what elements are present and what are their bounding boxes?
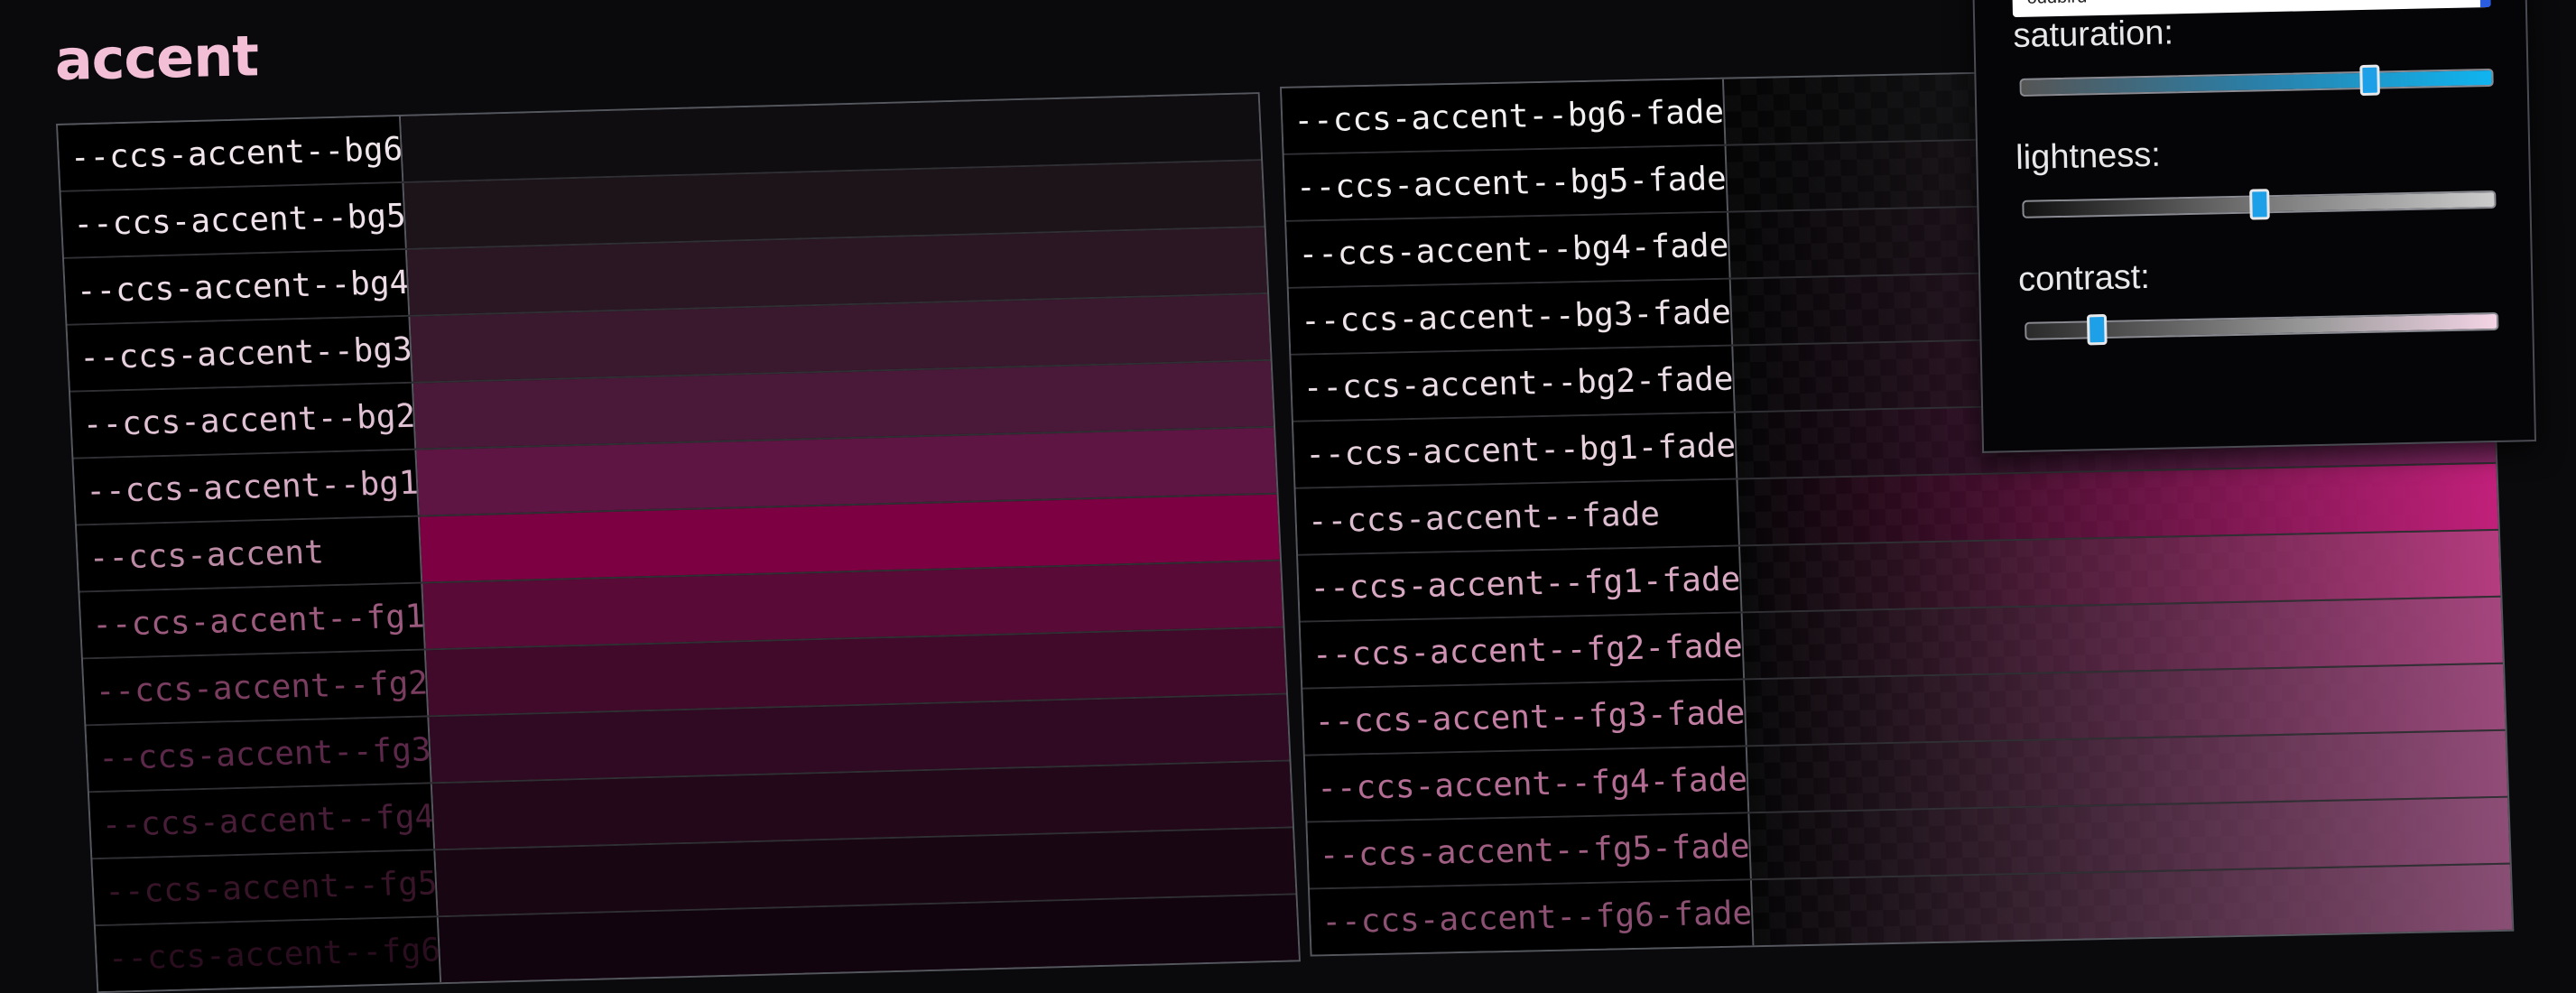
swatch-token-label: --ccs-accent--bg2-fade	[1291, 346, 1736, 421]
swatch-token-label: --ccs-accent--fg3	[86, 717, 432, 792]
swatch-token-label: --ccs-accent--fg4-fade	[1304, 747, 1750, 821]
swatch-token-label: --ccs-accent	[77, 516, 423, 591]
swatch-token-label: --ccs-accent--bg3	[67, 316, 413, 391]
swatch-token-label: --ccs-accent--fg6	[95, 917, 442, 992]
swatch-token-label: --ccs-accent--bg5-fade	[1283, 145, 1729, 220]
slider-label: saturation:	[2013, 14, 2174, 56]
slider-thumb[interactable]	[2087, 313, 2108, 346]
swatch-token-label: --ccs-accent--bg3-fade	[1288, 279, 1734, 354]
slider-track[interactable]	[2022, 189, 2497, 220]
slider-track[interactable]	[2025, 311, 2499, 346]
swatch-token-label: --ccs-accent--fg3-fade	[1302, 680, 1747, 755]
slider-label: lightness:	[2015, 135, 2162, 178]
swatch-token-label: --ccs-accent--bg5	[60, 182, 407, 257]
section-heading: accent	[54, 23, 259, 93]
swatch-token-label: --ccs-accent--fg1-fade	[1298, 546, 1743, 621]
swatch-token-label: --ccs-accent--bg1-fade	[1293, 413, 1738, 487]
theme-name-input[interactable]: oddbird	[2012, 0, 2491, 18]
swatch-token-label: --ccs-accent--bg6-fade	[1282, 79, 1727, 153]
swatch-token-label: --ccs-accent--bg4-fade	[1286, 212, 1731, 287]
slider-thumb[interactable]	[2358, 64, 2380, 97]
swatch-token-label: --ccs-accent--fg6-fade	[1310, 880, 1755, 955]
swatch-token-label: --ccs-accent--fg2-fade	[1300, 613, 1746, 688]
slider-track[interactable]	[2019, 64, 2494, 97]
swatch-token-label: --ccs-accent--bg2	[70, 383, 417, 458]
slider-label: contrast:	[2017, 257, 2151, 299]
swatch-token-label: --ccs-accent--fg5-fade	[1307, 813, 1752, 888]
swatch-token-label: --ccs-accent--fg2	[82, 650, 430, 725]
slider-thumb[interactable]	[2248, 189, 2270, 220]
swatch-token-label: --ccs-accent--fg5	[92, 850, 439, 925]
swatch-token-label: --ccs-accent--bg4	[64, 249, 411, 324]
swatch-token-label: --ccs-accent--bg1	[73, 450, 420, 524]
swatch-token-label: --ccs-accent--fade	[1295, 479, 1740, 554]
accent-swatch-table: --ccs-accent--bg6 --ccs-accent--bg5 --ccs-…	[56, 92, 1301, 993]
color-settings-panel: oddbird saturation: lightness: contrast:	[1972, 0, 2537, 453]
swatch-token-label: --ccs-accent--bg6	[58, 116, 404, 190]
swatch-token-label: --ccs-accent--fg4	[88, 784, 436, 858]
swatch-token-label: --ccs-accent--fg1	[79, 583, 426, 658]
